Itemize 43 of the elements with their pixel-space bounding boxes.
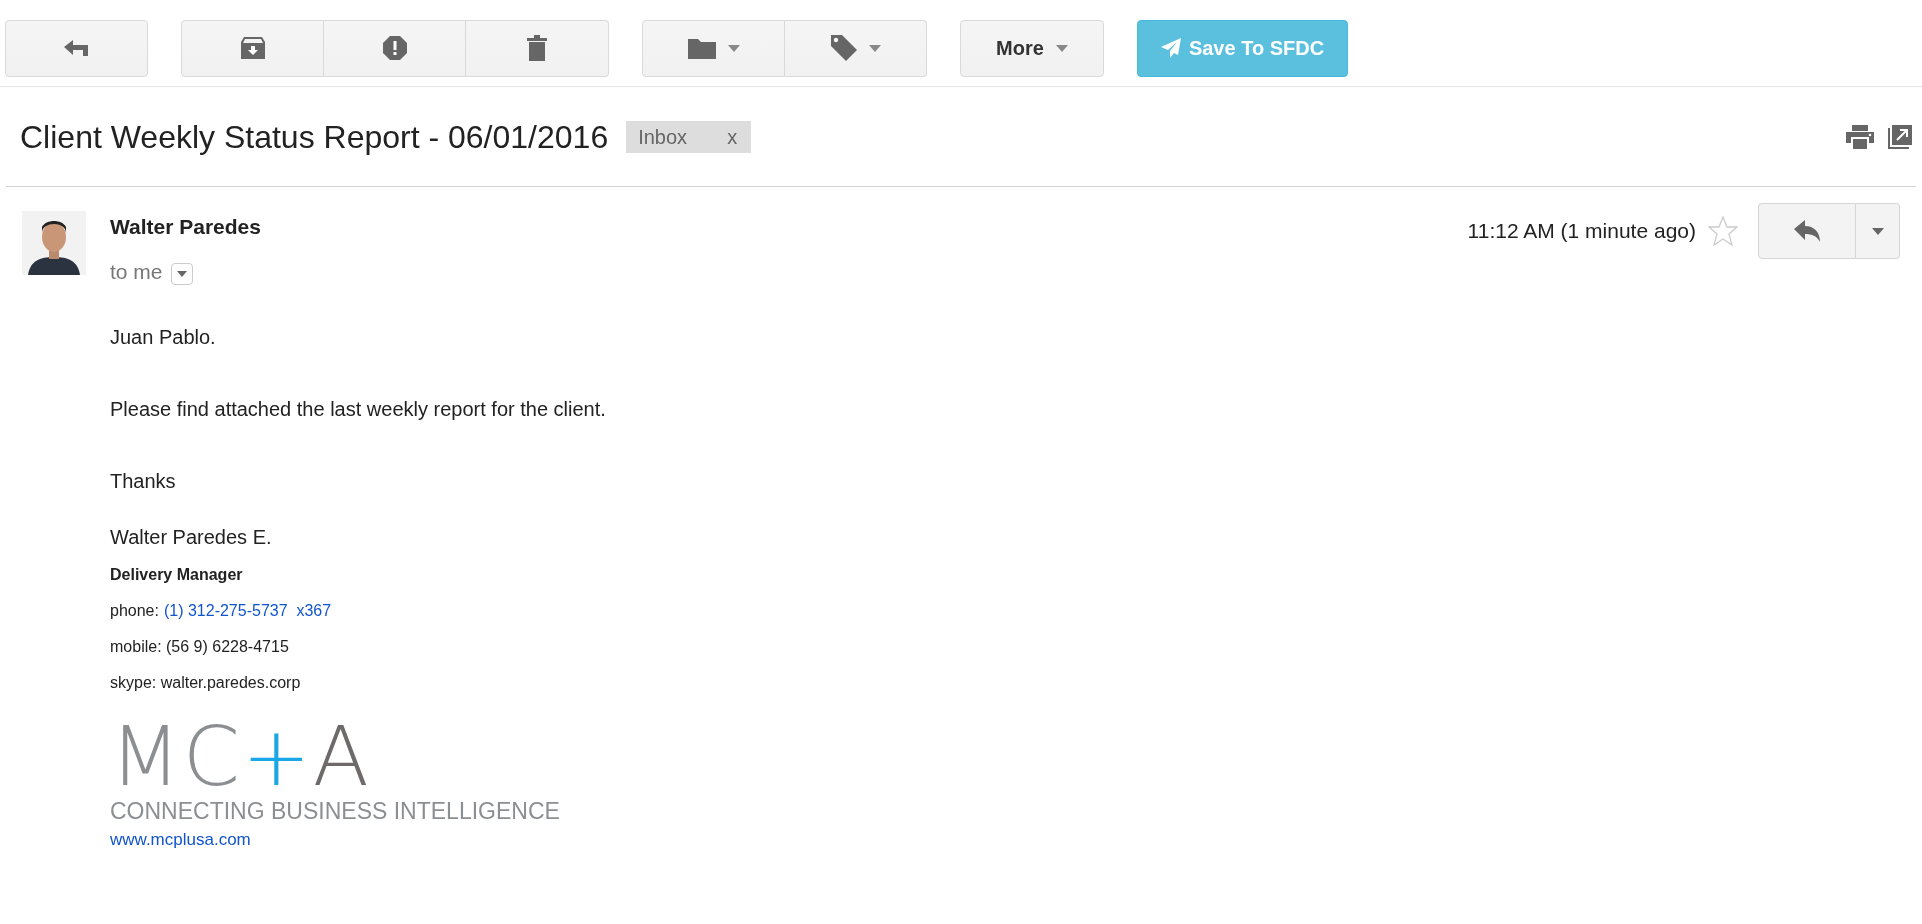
- label-text: Inbox: [638, 124, 688, 150]
- reply-button[interactable]: [1758, 203, 1856, 259]
- delete-button[interactable]: [466, 19, 609, 77]
- recipient-text: to me: [110, 258, 163, 285]
- timestamp: 11:12 AM (1 minute ago): [1467, 218, 1696, 245]
- back-button[interactable]: [5, 19, 148, 77]
- star-icon[interactable]: [1708, 216, 1738, 246]
- spam-button[interactable]: [324, 19, 466, 77]
- more-button[interactable]: More: [960, 19, 1104, 77]
- caret-icon: [176, 271, 187, 278]
- signature-name: Walter Paredes E.: [110, 525, 273, 550]
- skype-text: skype: walter.paredes.corp: [110, 673, 302, 693]
- caret-icon: [727, 44, 740, 52]
- details-dropdown-button[interactable]: [170, 263, 193, 286]
- caret-icon: [1055, 44, 1068, 52]
- move-to-button[interactable]: [642, 19, 785, 77]
- print-icon[interactable]: [1846, 124, 1874, 149]
- alert-icon: [382, 36, 407, 60]
- caret-icon: [1871, 227, 1884, 235]
- back-arrow-icon: [63, 39, 90, 57]
- email-subject: Client Weekly Status Report - 06/01/2016: [20, 117, 609, 157]
- paper-plane-icon: [1160, 38, 1181, 58]
- tag-icon: [830, 35, 857, 61]
- archive-button[interactable]: [181, 19, 324, 77]
- remove-label-button[interactable]: x: [727, 121, 738, 152]
- company-logo: MC+A: [110, 721, 371, 793]
- signature-role: Delivery Manager: [110, 565, 244, 585]
- delete-icon: [527, 35, 547, 61]
- archive-icon: [240, 37, 265, 59]
- phone-label: phone:: [110, 601, 159, 621]
- folder-icon: [687, 37, 716, 59]
- message-paragraph: Thanks: [110, 469, 177, 494]
- sender-name: Walter Paredes: [110, 214, 261, 240]
- logo-tagline: CONNECTING BUSINESS INTELLIGENCE: [110, 797, 561, 825]
- labels-button[interactable]: [785, 19, 927, 77]
- mobile-text: mobile: (56 9) 6228-4715: [110, 637, 290, 657]
- open-in-new-window-icon[interactable]: [1888, 124, 1912, 149]
- phone-link[interactable]: (1) 312-275-5737 x367: [163, 599, 332, 623]
- website-link[interactable]: www.mcplusa.com: [110, 827, 251, 853]
- message-paragraph: Juan Pablo.: [110, 325, 217, 350]
- reply-icon: [1794, 220, 1820, 242]
- caret-icon: [868, 44, 881, 52]
- message-paragraph: Please find attached the last weekly report for the client.: [110, 397, 607, 422]
